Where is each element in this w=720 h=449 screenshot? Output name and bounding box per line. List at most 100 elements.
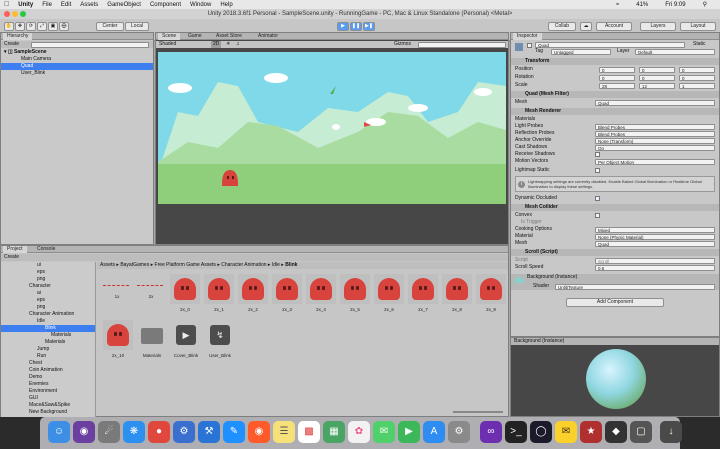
create-dropdown[interactable]: Create bbox=[4, 41, 19, 47]
clock[interactable]: Fri 9:09 bbox=[665, 2, 685, 8]
game-view-canvas[interactable] bbox=[158, 52, 506, 204]
menu-file[interactable]: File bbox=[42, 2, 52, 8]
menu-gameobject[interactable]: GameObject bbox=[107, 2, 141, 8]
shader-dropdown[interactable]: Unlit/Texture bbox=[555, 284, 715, 290]
material-preview-sphere[interactable] bbox=[586, 349, 646, 409]
photos-icon[interactable]: ✿ bbox=[348, 421, 370, 443]
hierarchy-search-input[interactable] bbox=[31, 42, 149, 48]
scale-z-field[interactable]: 1 bbox=[679, 83, 715, 89]
tree-item[interactable]: Coin Animation bbox=[1, 367, 95, 374]
close-window-button[interactable] bbox=[4, 11, 10, 17]
tree-item[interactable]: Materials bbox=[1, 332, 95, 339]
project-create-dropdown[interactable]: Create bbox=[4, 254, 19, 260]
pivot-center-toggle[interactable]: Center bbox=[96, 22, 124, 31]
pivot-local-toggle[interactable]: Local bbox=[125, 22, 149, 31]
tree-item[interactable]: New Background bbox=[1, 409, 95, 416]
tree-item[interactable]: Environment bbox=[1, 388, 95, 395]
app-icon[interactable]: ◯ bbox=[530, 421, 552, 443]
menu-app[interactable]: Unity bbox=[18, 2, 33, 8]
menu-assets[interactable]: Assets bbox=[80, 2, 98, 8]
breadcrumb-item[interactable]: BayatGames bbox=[120, 262, 149, 268]
mesh-collider-header[interactable]: Mesh Collider bbox=[511, 204, 719, 211]
lightmap-static-checkbox[interactable] bbox=[595, 168, 600, 173]
hierarchy-item-quad[interactable]: Quad bbox=[1, 63, 153, 70]
sprite-frame[interactable]: 2x_4 bbox=[306, 274, 336, 312]
position-z-field[interactable]: 0 bbox=[679, 67, 715, 73]
collider-mesh-field[interactable]: Quad bbox=[595, 241, 715, 247]
cloud-icon[interactable]: ☁ bbox=[580, 22, 592, 31]
gameobject-name-input[interactable]: Quad bbox=[535, 42, 685, 48]
sprite-frame[interactable]: 2x_10 bbox=[103, 320, 133, 358]
sprite-frame[interactable]: 2x_6 bbox=[374, 274, 404, 312]
calendar-icon[interactable]: ▩ bbox=[298, 421, 320, 443]
tag-dropdown[interactable]: Untagged bbox=[551, 49, 611, 55]
system-preferences-icon[interactable]: ⚙ bbox=[448, 421, 470, 443]
active-checkbox[interactable] bbox=[527, 43, 532, 48]
lighting-toggle-icon[interactable]: ☀ bbox=[226, 41, 230, 48]
sprite-frame[interactable]: 2x_2 bbox=[238, 274, 268, 312]
tree-item[interactable]: png bbox=[1, 276, 95, 283]
app-icon[interactable]: ✎ bbox=[223, 421, 245, 443]
breadcrumb-item[interactable]: Character Animation bbox=[221, 262, 266, 268]
zoom-slider[interactable] bbox=[453, 411, 503, 413]
chrome-icon[interactable]: ● bbox=[148, 421, 170, 443]
position-y-field[interactable]: 0 bbox=[639, 67, 675, 73]
tree-item[interactable]: Jump bbox=[1, 346, 95, 353]
tab-console[interactable]: Console bbox=[33, 246, 59, 253]
hand-tool-button[interactable]: ✋ bbox=[4, 22, 14, 31]
tree-item[interactable]: Character Animation bbox=[1, 311, 95, 318]
tree-item[interactable]: ai bbox=[1, 290, 95, 297]
apple-menu-icon[interactable]:  bbox=[4, 1, 9, 8]
tree-item[interactable]: ui bbox=[1, 262, 95, 269]
scale-tool-button[interactable]: ⤢ bbox=[37, 22, 47, 31]
tree-item[interactable]: Run bbox=[1, 353, 95, 360]
tree-item[interactable]: Idle bbox=[1, 318, 95, 325]
tab-animator[interactable]: Animator bbox=[254, 33, 282, 40]
scale-x-field[interactable]: 28 bbox=[599, 83, 635, 89]
menu-edit[interactable]: Edit bbox=[61, 2, 71, 8]
scroll-speed-field[interactable]: 0.5 bbox=[595, 265, 715, 271]
breadcrumb-item[interactable]: Free Platform Game Assets bbox=[155, 262, 216, 268]
app-icon[interactable]: ▢ bbox=[630, 421, 652, 443]
breadcrumb-item[interactable]: Idle bbox=[272, 262, 280, 268]
scene-root[interactable]: ▾ ◫ SampleScene bbox=[1, 49, 153, 56]
2d-toggle[interactable]: 2D bbox=[211, 41, 222, 48]
sprite-frame[interactable]: 2x_8 bbox=[442, 274, 472, 312]
play-button[interactable]: ▶ bbox=[337, 22, 349, 31]
mesh-renderer-header[interactable]: Mesh Renderer bbox=[511, 108, 719, 115]
sprite-frame[interactable]: 2x_0 bbox=[170, 274, 200, 312]
materials-folder[interactable]: Materials bbox=[137, 320, 167, 358]
wifi-icon[interactable]: ≈ bbox=[616, 2, 619, 8]
sprite-frame[interactable]: 2x_5 bbox=[340, 274, 370, 312]
mesh-field[interactable]: Quad bbox=[595, 100, 715, 106]
sprite-frame[interactable]: 2x_1 bbox=[204, 274, 234, 312]
mesh-filter-header[interactable]: Quad (Mesh Filter) bbox=[511, 91, 719, 98]
facetime-icon[interactable]: ▶ bbox=[398, 421, 420, 443]
move-tool-button[interactable]: ✥ bbox=[15, 22, 25, 31]
battery-percent[interactable]: 41% bbox=[636, 2, 648, 8]
tree-item[interactable]: eps bbox=[1, 269, 95, 276]
transform-header[interactable]: Transform bbox=[511, 58, 719, 65]
tree-item[interactable]: Chest bbox=[1, 360, 95, 367]
motion-vectors-dropdown[interactable]: Per Object Motion bbox=[595, 159, 715, 165]
tab-hierarchy[interactable]: Hierarchy bbox=[3, 33, 33, 40]
anim-clip-2x[interactable]: 2x bbox=[137, 280, 165, 299]
layout-dropdown[interactable]: Layout bbox=[680, 22, 716, 31]
rotate-tool-button[interactable]: ⟳ bbox=[26, 22, 36, 31]
tab-asset-store[interactable]: Asset Store bbox=[212, 33, 246, 40]
safari-icon[interactable]: ❋ bbox=[123, 421, 145, 443]
animation-clip-asset[interactable]: ▶ Cover_Blink bbox=[171, 320, 201, 358]
menu-component[interactable]: Component bbox=[150, 2, 181, 8]
pause-button[interactable]: ❚❚ bbox=[350, 22, 362, 31]
transform-tool-button[interactable]: ⨁ bbox=[59, 22, 69, 31]
gizmos-dropdown[interactable]: Gizmos bbox=[394, 41, 411, 48]
tree-item[interactable]: Materials bbox=[1, 339, 95, 346]
zoom-window-button[interactable] bbox=[20, 11, 26, 17]
tree-item[interactable]: png bbox=[1, 304, 95, 311]
audio-toggle-icon[interactable]: ♫ bbox=[236, 41, 240, 48]
convex-checkbox[interactable] bbox=[595, 213, 600, 218]
hierarchy-item-main-camera[interactable]: Main Camera bbox=[1, 56, 153, 63]
scene-search-input[interactable] bbox=[418, 42, 506, 48]
search-icon[interactable]: ⚲ bbox=[703, 1, 707, 8]
tab-project[interactable]: Project bbox=[3, 246, 27, 253]
